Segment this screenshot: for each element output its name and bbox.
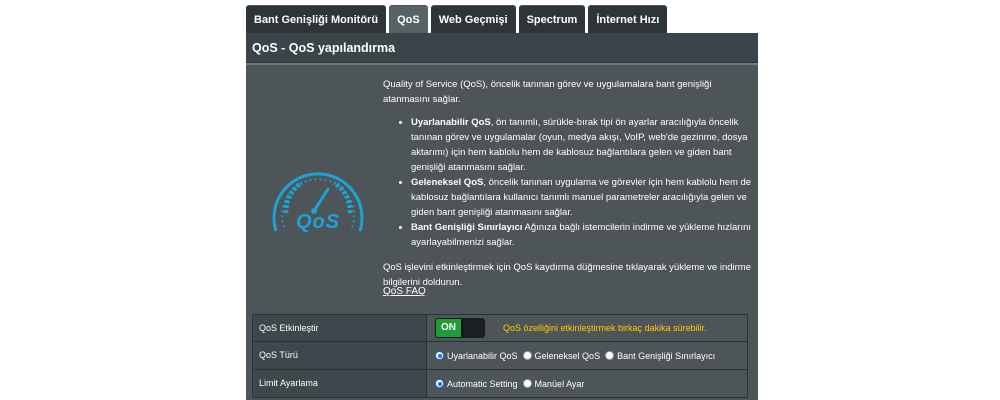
toggle-on-label: ON	[436, 319, 461, 337]
option-label: Manüel Ayar	[534, 378, 585, 389]
table-row: QoS Türü Uyarlanabilir QoS Geleneksel Qo…	[252, 342, 748, 370]
qos-description: Quality of Service (QoS), öncelik tanına…	[383, 77, 753, 296]
header-divider	[246, 63, 758, 65]
panel-title: QoS - QoS yapılandırma	[246, 33, 758, 63]
qos-panel: QoS - QoS yapılandırma QoS Quality of Se…	[246, 33, 758, 400]
qos-type-traditional-option[interactable]: Geleneksel QoS	[522, 350, 601, 361]
qos-enable-value: ON QoS özelliğini etkinleştirmek birkaç …	[427, 315, 747, 341]
option-label: Bant Genişliği Sınırlayıcı	[617, 350, 716, 361]
tab-qos[interactable]: QoS	[389, 5, 428, 33]
radio-limiter[interactable]	[605, 351, 615, 360]
table-row: Limit Ayarlama Automatic Setting Manüel …	[252, 370, 748, 398]
qos-type-options: Uyarlanabilir QoS Geleneksel QoS Bant Ge…	[427, 342, 747, 369]
logo-text: QoS	[295, 211, 341, 233]
list-item: Bant Genişliği Sınırlayıcı Ağınıza bağlı…	[411, 220, 753, 250]
limit-manual-option[interactable]: Manüel Ayar	[522, 378, 585, 389]
qos-faq-link[interactable]: QoS FAQ	[383, 286, 426, 297]
instructions-paragraph: QoS işlevini etkinleştirmek için QoS kay…	[383, 262, 751, 288]
option-label: Uyarlanabilir QoS	[447, 350, 518, 361]
radio-adaptive[interactable]	[435, 351, 444, 360]
radio-manual[interactable]	[522, 379, 532, 388]
radio-traditional[interactable]	[522, 351, 532, 360]
limit-automatic-option[interactable]: Automatic Setting	[435, 379, 518, 389]
qos-enable-label: QoS Etkinleştir	[253, 315, 427, 341]
toggle-knob	[461, 319, 484, 337]
limit-setting-label: Limit Ayarlama	[253, 370, 427, 397]
radio-automatic[interactable]	[435, 379, 444, 388]
bullet-title: Geleneksel QoS	[411, 177, 484, 188]
tab-spectrum[interactable]: Spectrum	[518, 5, 586, 33]
limit-setting-options: Automatic Setting Manüel Ayar	[427, 370, 747, 397]
qos-settings-table: QoS Etkinleştir ON QoS özelliğini etkinl…	[252, 314, 748, 398]
qos-page: Bant Genişliği Monitörü QoS Web Geçmişi …	[0, 0, 1000, 400]
qos-enable-note: QoS özelliğini etkinleştirmek birkaç dak…	[503, 323, 707, 333]
tab-web-history[interactable]: Web Geçmişi	[430, 5, 516, 33]
bullet-title: Uyarlanabilir QoS	[411, 117, 491, 128]
list-item: Uyarlanabilir QoS, ön tanımlı, sürükle-b…	[411, 115, 753, 175]
option-label: Geleneksel QoS	[534, 350, 601, 361]
qos-speedometer-icon: QoS	[262, 153, 374, 253]
qos-type-adaptive-option[interactable]: Uyarlanabilir QoS	[435, 351, 518, 361]
qos-type-list: Uyarlanabilir QoS, ön tanımlı, sürükle-b…	[411, 115, 753, 250]
intro-paragraph: Quality of Service (QoS), öncelik tanına…	[383, 79, 712, 105]
tab-bar: Bant Genişliği Monitörü QoS Web Geçmişi …	[246, 5, 670, 33]
qos-type-label: QoS Türü	[253, 342, 427, 369]
qos-enable-toggle[interactable]: ON	[435, 318, 485, 338]
option-label: Automatic Setting	[447, 378, 518, 389]
qos-type-limiter-option[interactable]: Bant Genişliği Sınırlayıcı	[605, 351, 715, 361]
tab-bandwidth-monitor[interactable]: Bant Genişliği Monitörü	[246, 5, 387, 33]
table-row: QoS Etkinleştir ON QoS özelliğini etkinl…	[252, 314, 748, 342]
list-item: Geleneksel QoS, öncelik tanınan uygulama…	[411, 175, 753, 220]
tab-internet-speed[interactable]: İnternet Hızı	[588, 5, 668, 33]
bullet-title: Bant Genişliği Sınırlayıcı	[411, 222, 523, 233]
